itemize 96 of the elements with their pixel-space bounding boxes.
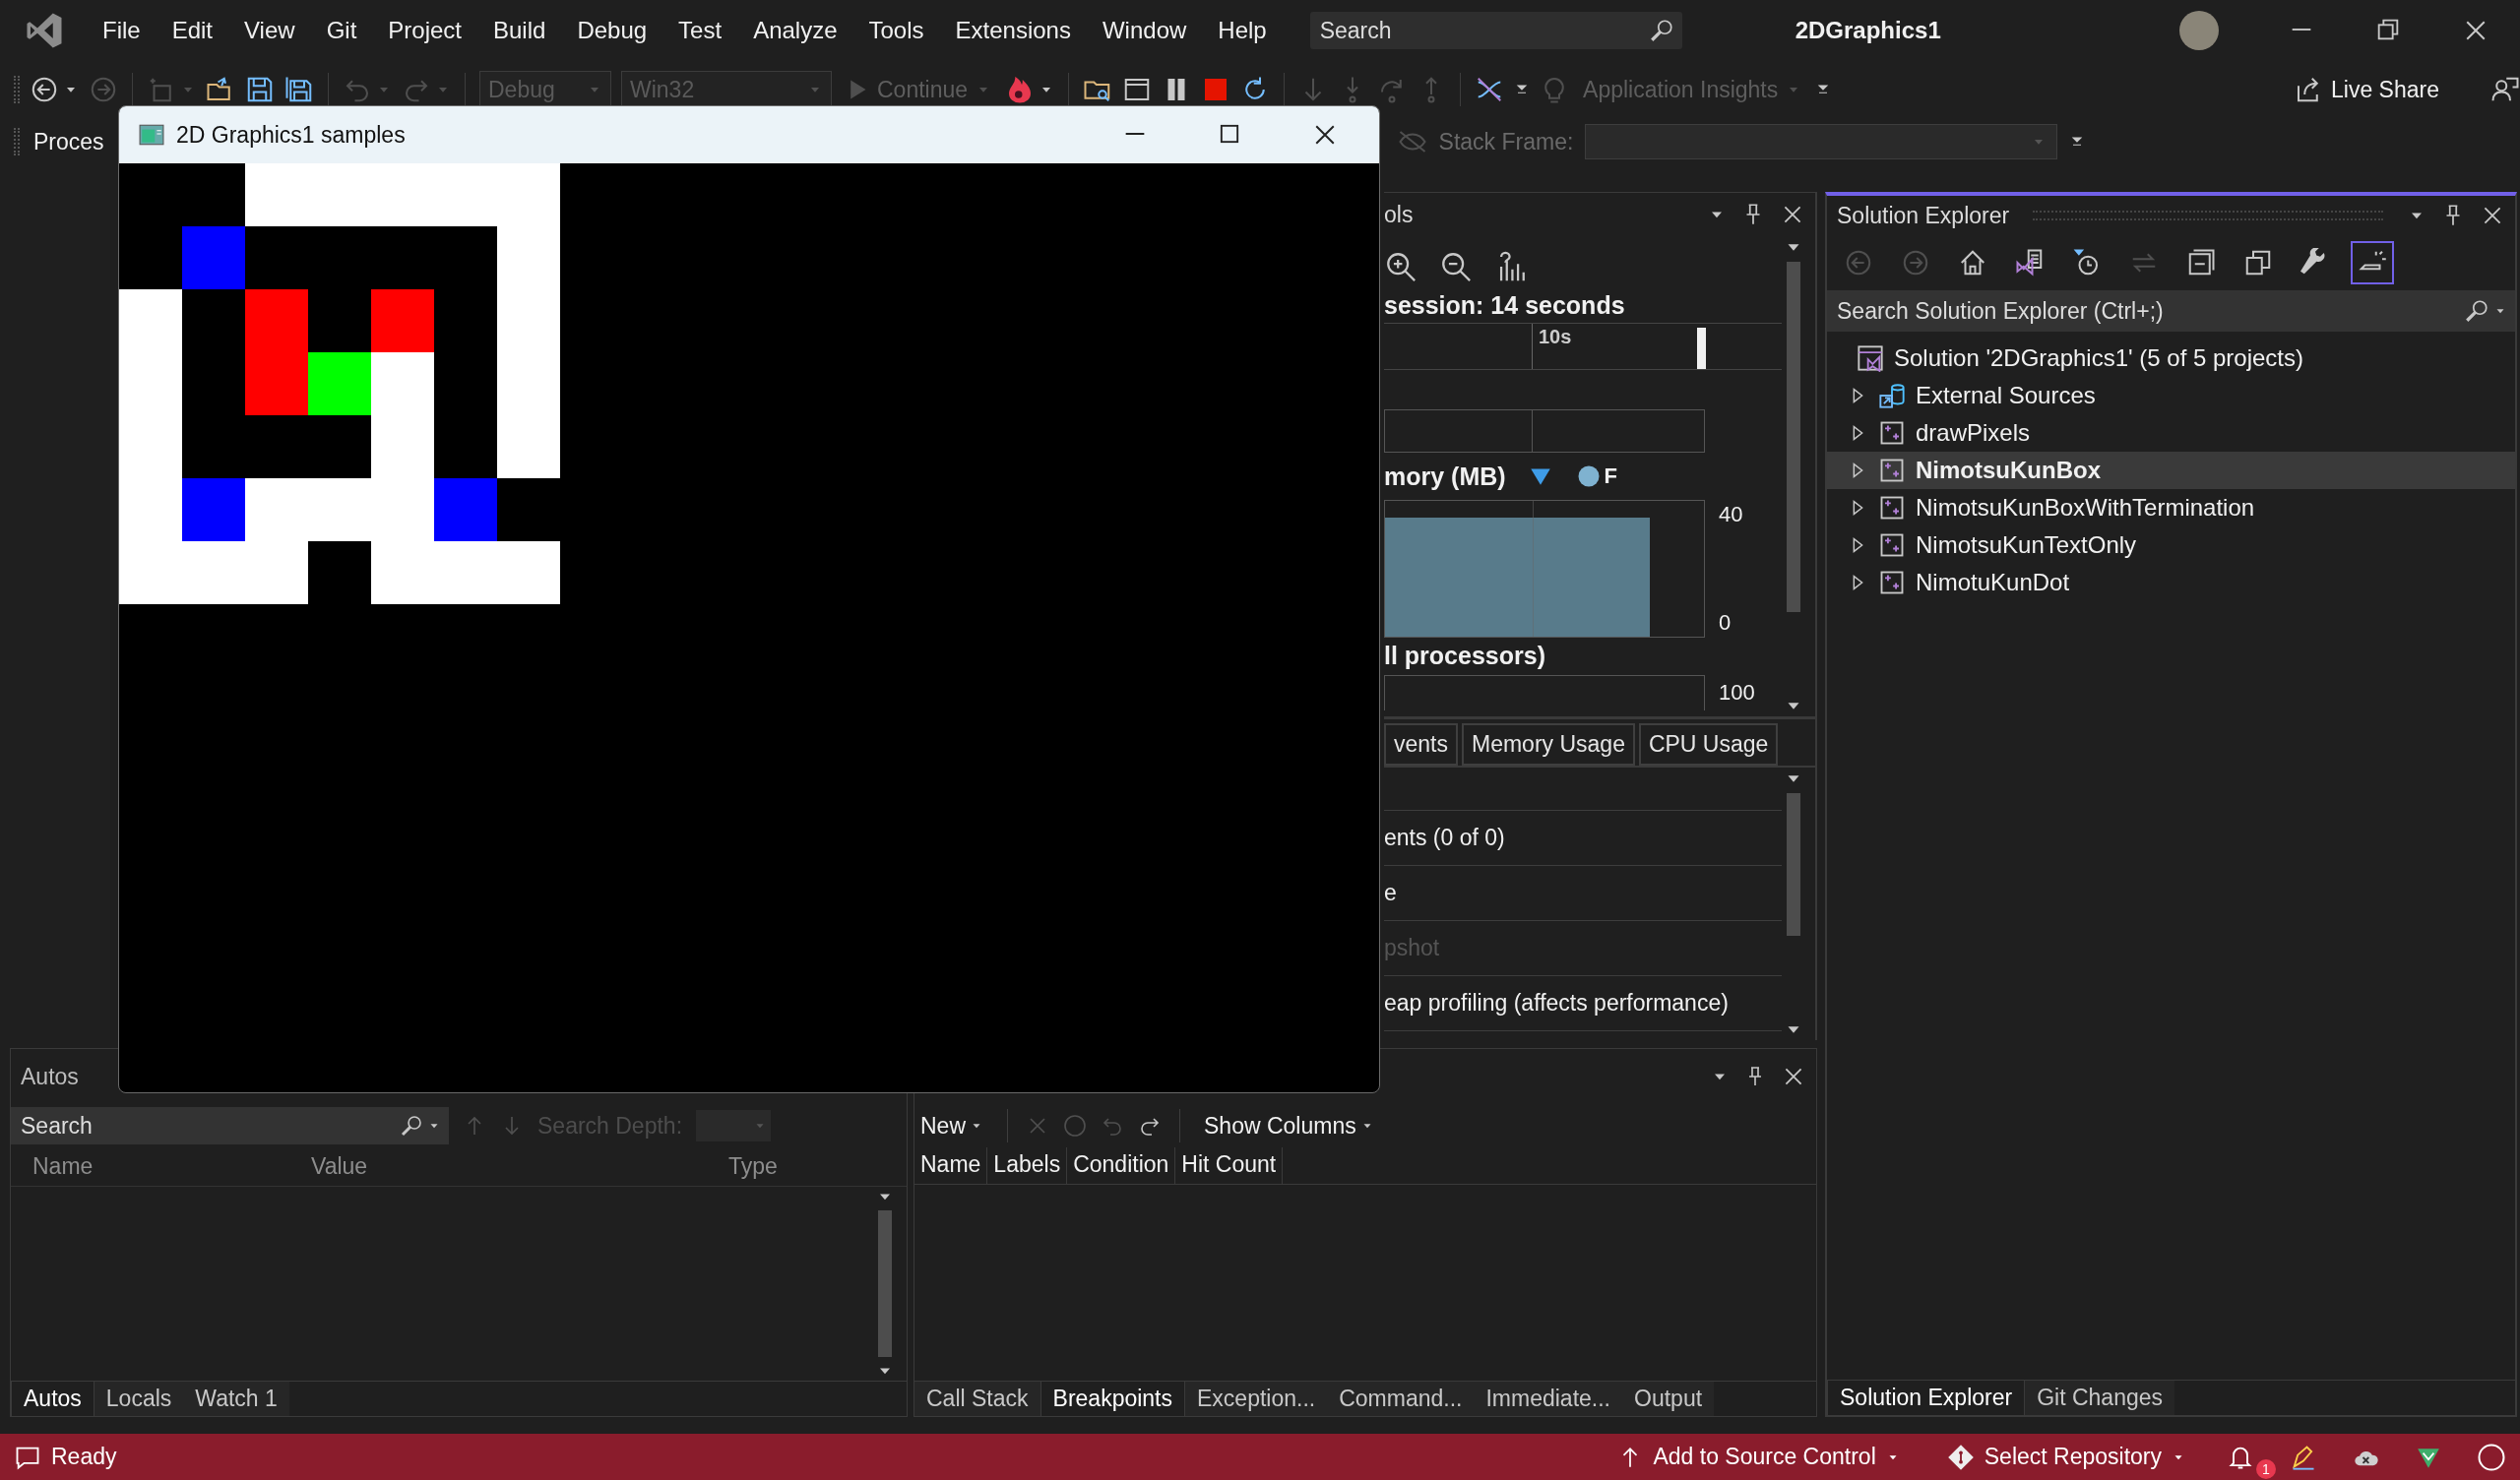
axis-label: 40: [1719, 502, 1743, 527]
search-icon: [400, 1114, 423, 1138]
list-row[interactable]: ents (0 of 0): [1384, 811, 1782, 866]
timeline-marker[interactable]: [1697, 328, 1706, 369]
menu-item[interactable]: Test: [662, 11, 738, 50]
tab[interactable]: Call Stack: [914, 1382, 1040, 1416]
column-header[interactable]: Condition: [1067, 1147, 1176, 1184]
toolbar-grip[interactable]: [14, 128, 20, 155]
drag-handle[interactable]: [2033, 211, 2383, 220]
app-icon: [137, 122, 166, 148]
menu-item[interactable]: File: [87, 11, 157, 50]
legend-label: F: [1604, 463, 1618, 489]
tab[interactable]: Command...: [1327, 1382, 1475, 1416]
tab[interactable]: Output: [1622, 1382, 1715, 1416]
circle-icon[interactable]: [2477, 1442, 2506, 1472]
axis-label: 0: [1719, 610, 1732, 636]
memory-chart-title: mory (MB): [1384, 462, 1506, 491]
add-to-source-control-button[interactable]: Add to Source Control: [1611, 1443, 1906, 1471]
scrollbar-thumb[interactable]: [1787, 262, 1800, 612]
cpp-project-icon: [1878, 419, 1906, 447]
menu-item[interactable]: Project: [372, 11, 477, 50]
pencil-icon[interactable]: [2290, 1443, 2317, 1471]
tree-item[interactable]: External Sources: [1827, 377, 2515, 414]
window-title: 2D Graphics1 samples: [176, 121, 406, 149]
toolbar-button[interactable]: [2351, 241, 2394, 284]
list-row[interactable]: eap profiling (affects performance): [1384, 976, 1782, 1031]
menu-item[interactable]: Window: [1086, 11, 1203, 50]
tree-item[interactable]: NimotsuKunTextOnly: [1827, 526, 2515, 564]
tree-item[interactable]: NimotsuKunBox: [1827, 452, 2515, 489]
menu-item[interactable]: Help: [1202, 11, 1283, 50]
avatar[interactable]: [2179, 11, 2219, 50]
tab[interactable]: Locals: [94, 1382, 184, 1416]
tab[interactable]: Memory Usage: [1462, 723, 1635, 766]
external-sources-icon: [1878, 382, 1906, 409]
column-header[interactable]: Hit Count: [1175, 1147, 1284, 1184]
timeline-tick: 10s: [1532, 324, 1578, 369]
cpp-project-icon: [1878, 531, 1906, 559]
cpp-project-icon: [1878, 569, 1906, 596]
zoom-out-icon[interactable]: [1439, 250, 1473, 283]
tree-item[interactable]: NimotsuKunBoxWithTermination: [1827, 489, 2515, 526]
column-header[interactable]: Name: [914, 1147, 988, 1184]
panel-title: Solution Explorer: [1837, 202, 2010, 229]
status-text: Ready: [14, 1443, 117, 1471]
tab[interactable]: Watch 1: [183, 1382, 289, 1416]
panel-title: Autos: [21, 1063, 79, 1090]
menu-item[interactable]: Edit: [156, 11, 229, 50]
tree-item[interactable]: NimotuKunDot: [1827, 564, 2515, 601]
toolbar-grip[interactable]: [14, 76, 20, 103]
tab[interactable]: Solution Explorer: [1827, 1381, 2026, 1415]
column-header[interactable]: Labels: [987, 1147, 1068, 1184]
menu-item[interactable]: Analyze: [737, 11, 853, 50]
tree-item[interactable]: Solution '2DGraphics1' (5 of 5 projects): [1827, 339, 2515, 377]
select-repository-button[interactable]: Select Repository: [1940, 1442, 2191, 1472]
menu-item[interactable]: Build: [477, 11, 562, 50]
notification-badge: 1: [2256, 1458, 2276, 1479]
new-button[interactable]: New: [914, 1112, 989, 1140]
axis-label: 100: [1719, 680, 1755, 706]
live-share-button[interactable]: Live Share: [2290, 75, 2443, 104]
session-duration: session: 14 seconds: [1384, 291, 1626, 321]
menu-item[interactable]: Git: [310, 11, 373, 50]
tab[interactable]: Autos: [11, 1382, 94, 1416]
zoom-in-icon[interactable]: [1384, 250, 1418, 283]
search-field[interactable]: Search Solution Explorer (Ctrl+;): [1827, 290, 2515, 332]
tab[interactable]: Immediate...: [1474, 1382, 1622, 1416]
git-icon: [1946, 1443, 1975, 1471]
cpp-project-icon: [1878, 457, 1906, 484]
column-header[interactable]: Type: [707, 1153, 874, 1180]
solution-name: 2DGraphics1: [1795, 17, 1941, 44]
menu-item[interactable]: Tools: [852, 11, 940, 50]
search-icon: [2464, 298, 2489, 324]
tab[interactable]: vents: [1384, 723, 1458, 766]
save-icon[interactable]: [245, 75, 275, 104]
process-label: Proces: [33, 128, 104, 155]
search-field[interactable]: Search: [1309, 12, 1682, 49]
show-columns-button[interactable]: Show Columns: [1198, 1112, 1380, 1140]
save-all-icon[interactable]: [284, 75, 314, 104]
cpu-chart-title: ll processors): [1384, 642, 1546, 671]
scrollbar-thumb[interactable]: [878, 1210, 892, 1357]
panel-title: ols: [1384, 201, 1414, 228]
scrollbar-thumb[interactable]: [1787, 793, 1800, 936]
column-header[interactable]: Value: [289, 1153, 707, 1180]
solution-icon: [1857, 344, 1884, 372]
menu-item[interactable]: Extensions: [939, 11, 1087, 50]
search-field[interactable]: Search: [11, 1107, 449, 1144]
cpp-project-icon: [1878, 494, 1906, 522]
menu-item[interactable]: Debug: [561, 11, 663, 50]
search-icon: [1648, 18, 1674, 43]
tab[interactable]: CPU Usage: [1638, 723, 1779, 766]
list-row[interactable]: e: [1384, 866, 1782, 921]
tab[interactable]: Git Changes: [2025, 1381, 2174, 1415]
tab[interactable]: Exception...: [1185, 1382, 1328, 1416]
menu-item[interactable]: View: [228, 11, 311, 50]
stack-frame-label: Stack Frame:: [1438, 128, 1574, 155]
tree-item[interactable]: drawPixels: [1827, 414, 2515, 452]
tab[interactable]: Breakpoints: [1040, 1382, 1185, 1416]
column-header[interactable]: Name: [11, 1153, 289, 1180]
